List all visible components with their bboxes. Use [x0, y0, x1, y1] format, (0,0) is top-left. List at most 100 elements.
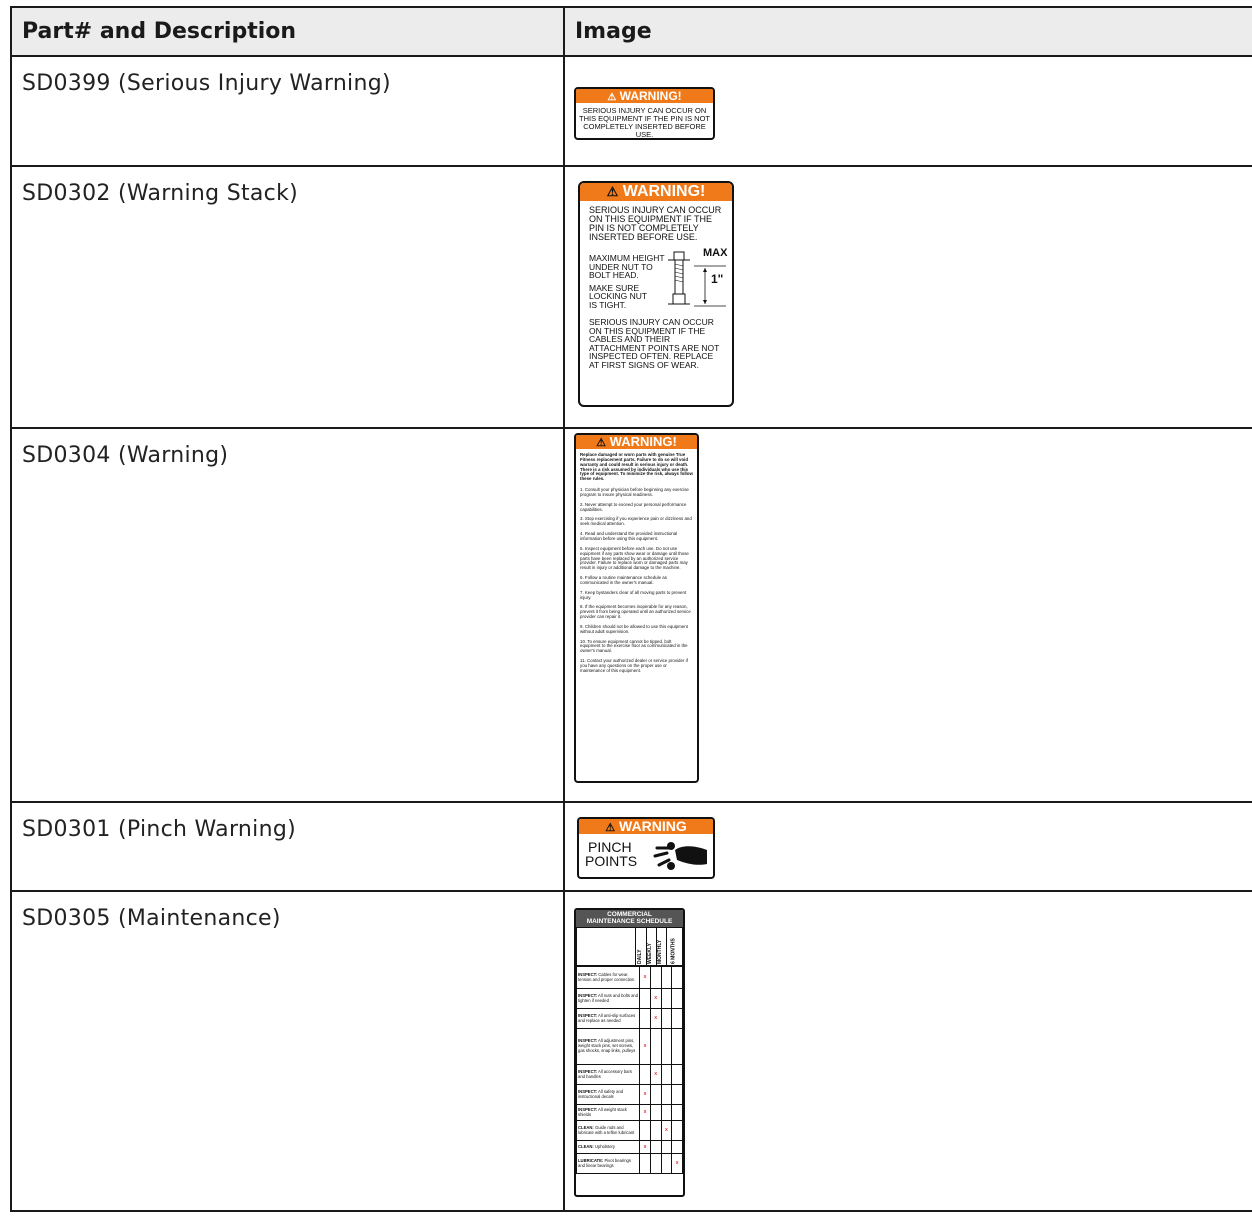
schedule-empty-cell — [660, 1104, 673, 1121]
schedule-empty-cell — [649, 1104, 662, 1121]
schedule-task: INSPECT: All nuts and bolts and tighten … — [576, 988, 641, 1009]
warning-triangle-icon: ⚠ — [596, 437, 607, 449]
sd0305-decal: COMMERCIAL MAINTENANCE SCHEDULE DAILY WE… — [574, 908, 685, 1197]
decal-header: WARNING! — [622, 183, 706, 200]
sd0302-decal: ⚠ WARNING! SERIOUS INJURY CAN OCCUR ON T… — [578, 181, 734, 407]
decal-line: IS TIGHT. — [589, 299, 627, 310]
schedule-row: INSPECT: All weight stack shields X — [576, 1104, 683, 1121]
part-description: SD0399 (Serious Injury Warning) — [10, 55, 565, 167]
schedule-empty-cell — [671, 1028, 683, 1065]
pinch-hand-icon — [653, 842, 707, 870]
schedule-empty-cell — [671, 1104, 683, 1121]
schedule-x-mark: X — [639, 1084, 651, 1105]
decal-line: BOLT HEAD. — [589, 270, 639, 280]
decal-rule: 3. Stop exercising if you experience pai… — [580, 516, 692, 527]
sd0301-decal: ⚠ WARNING PINCH POINTS — [577, 817, 715, 879]
schedule-row: INSPECT: All adjustment pins, weight sta… — [576, 1028, 683, 1065]
schedule-task: INSPECT: All safety and instructional de… — [576, 1084, 641, 1105]
schedule-empty-cell — [671, 966, 683, 989]
parts-table: Part# and Description Image SD0399 (Seri… — [10, 6, 1252, 1212]
decal-intro: Replace damaged or worn parts with genui… — [580, 452, 693, 482]
table-row: SD0399 (Serious Injury Warning) ⚠ WARNIN… — [10, 55, 1252, 167]
table-row: SD0305 (Maintenance) COMMERCIAL MAINTENA… — [10, 890, 1252, 1212]
table-header-row: Part# and Description Image — [10, 6, 1252, 57]
schedule-empty-cell — [660, 1008, 673, 1029]
schedule-column: DAILY — [635, 927, 647, 966]
schedule-task: INSPECT: All accessory bars and handles — [576, 1064, 641, 1085]
schedule-column: MONTHLY — [656, 927, 667, 966]
schedule-empty-cell — [660, 1084, 673, 1105]
decal-rule: 1. Consult your physician before beginni… — [580, 487, 689, 497]
schedule-x-mark: X — [639, 1104, 651, 1121]
decal-image-cell: ⚠ WARNING! Replace damaged or worn parts… — [563, 427, 1252, 803]
schedule-empty-cell — [649, 1120, 662, 1141]
schedule-empty-cell — [649, 1028, 662, 1065]
warning-triangle-icon: ⚠ — [605, 822, 616, 834]
schedule-empty-cell — [660, 1153, 673, 1174]
decal-header: WARNING — [619, 818, 687, 834]
max-label: MAX — [703, 247, 728, 259]
decal-rule: 7. Keep bystanders clear of all moving p… — [580, 589, 687, 600]
table-row: SD0301 (Pinch Warning) ⚠ WARNING PINCH P… — [10, 801, 1252, 892]
schedule-x-mark: X — [649, 988, 662, 1009]
schedule-empty-cell — [671, 1084, 683, 1105]
part-description: SD0304 (Warning) — [10, 427, 565, 803]
max-value: 1" — [711, 272, 724, 286]
schedule-empty-cell — [660, 988, 673, 1009]
schedule-empty-cell — [639, 1153, 651, 1174]
schedule-empty-cell — [660, 966, 673, 989]
decal-rule: 2. Never attempt to exceed your personal… — [580, 501, 687, 512]
decal-image-cell: COMMERCIAL MAINTENANCE SCHEDULE DAILY WE… — [563, 890, 1252, 1212]
schedule-empty-cell — [660, 1028, 673, 1065]
schedule-empty-cell — [649, 1140, 662, 1154]
decal-line: POINTS — [585, 853, 638, 869]
schedule-x-mark: X — [649, 1008, 662, 1029]
schedule-task: INSPECT: Cables for wear, tension and pr… — [576, 966, 641, 989]
schedule-task: LUBRICATE: Pivot bearings and linear bea… — [576, 1153, 641, 1174]
decal-image-cell: ⚠ WARNING! SERIOUS INJURY CAN OCCUR ON T… — [563, 55, 1252, 167]
decal-line: AT FIRST SIGNS OF WEAR. — [589, 359, 700, 370]
part-description: SD0305 (Maintenance) — [10, 890, 565, 1212]
decal-rule: 8. If the equipment becomes inoperable f… — [580, 604, 691, 620]
schedule-task: INSPECT: All anti-slip surfaces and repl… — [576, 1008, 641, 1029]
schedule-task: INSPECT: All adjustment pins, weight sta… — [576, 1028, 641, 1065]
schedule-empty-cell — [639, 1120, 651, 1141]
schedule-column: WEEKLY — [646, 927, 657, 966]
schedule-row: INSPECT: Cables for wear, tension and pr… — [576, 966, 683, 989]
schedule-empty-cell — [649, 1084, 662, 1105]
schedule-row: LUBRICATE: Pivot bearings and linear bea… — [576, 1153, 683, 1174]
decal-line: INSERTED BEFORE USE. — [589, 232, 698, 242]
schedule-empty-cell — [649, 966, 662, 989]
schedule-empty-cell — [660, 1064, 673, 1085]
maintenance-schedule-table: DAILY WEEKLY MONTHLY 6 MONTHS — [576, 927, 683, 966]
schedule-empty-cell — [639, 988, 651, 1009]
table-row: SD0304 (Warning) ⚠ WARNING! Replace dama… — [10, 427, 1252, 803]
schedule-column: 6 MONTHS — [666, 927, 683, 966]
schedule-task-text: Upholstery — [593, 1143, 616, 1149]
schedule-row: INSPECT: All anti-slip surfaces and repl… — [576, 1008, 683, 1029]
schedule-empty-cell — [671, 1140, 683, 1154]
schedule-x-mark: X — [660, 1120, 673, 1141]
schedule-task: CLEAN: Guide rods and lubricate with a t… — [576, 1120, 641, 1141]
schedule-empty-cell — [639, 1008, 651, 1029]
schedule-task: INSPECT: All weight stack shields — [576, 1104, 641, 1121]
schedule-row: CLEAN: Guide rods and lubricate with a t… — [576, 1120, 683, 1141]
schedule-row: INSPECT: All safety and instructional de… — [576, 1084, 683, 1105]
schedule-task: CLEAN: Upholstery — [576, 1140, 641, 1154]
schedule-x-mark: X — [639, 966, 651, 989]
decal-image-cell: ⚠ WARNING PINCH POINTS — [563, 801, 1252, 892]
schedule-task-label: CLEAN: — [578, 1143, 594, 1149]
decal-rule: 9. Children should not be allowed to use… — [580, 623, 688, 634]
decal-rule: 4. Read and understand the provided inst… — [580, 531, 678, 541]
schedule-row: INSPECT: All accessory bars and handles X — [576, 1064, 683, 1085]
decal-line: COMPLETELY INSERTED BEFORE USE. — [583, 121, 706, 139]
column-header-image: Image — [563, 6, 1252, 57]
sd0304-decal: ⚠ WARNING! Replace damaged or worn parts… — [574, 433, 699, 783]
decal-rule: 6. Follow a routine maintenance schedule… — [580, 575, 667, 585]
schedule-empty-cell — [639, 1064, 651, 1085]
schedule-x-mark: X — [649, 1064, 662, 1085]
schedule-x-mark: X — [639, 1140, 651, 1154]
schedule-empty-cell — [671, 1120, 683, 1141]
schedule-row: INSPECT: All nuts and bolts and tighten … — [576, 988, 683, 1009]
decal-header: WARNING! — [609, 434, 677, 449]
